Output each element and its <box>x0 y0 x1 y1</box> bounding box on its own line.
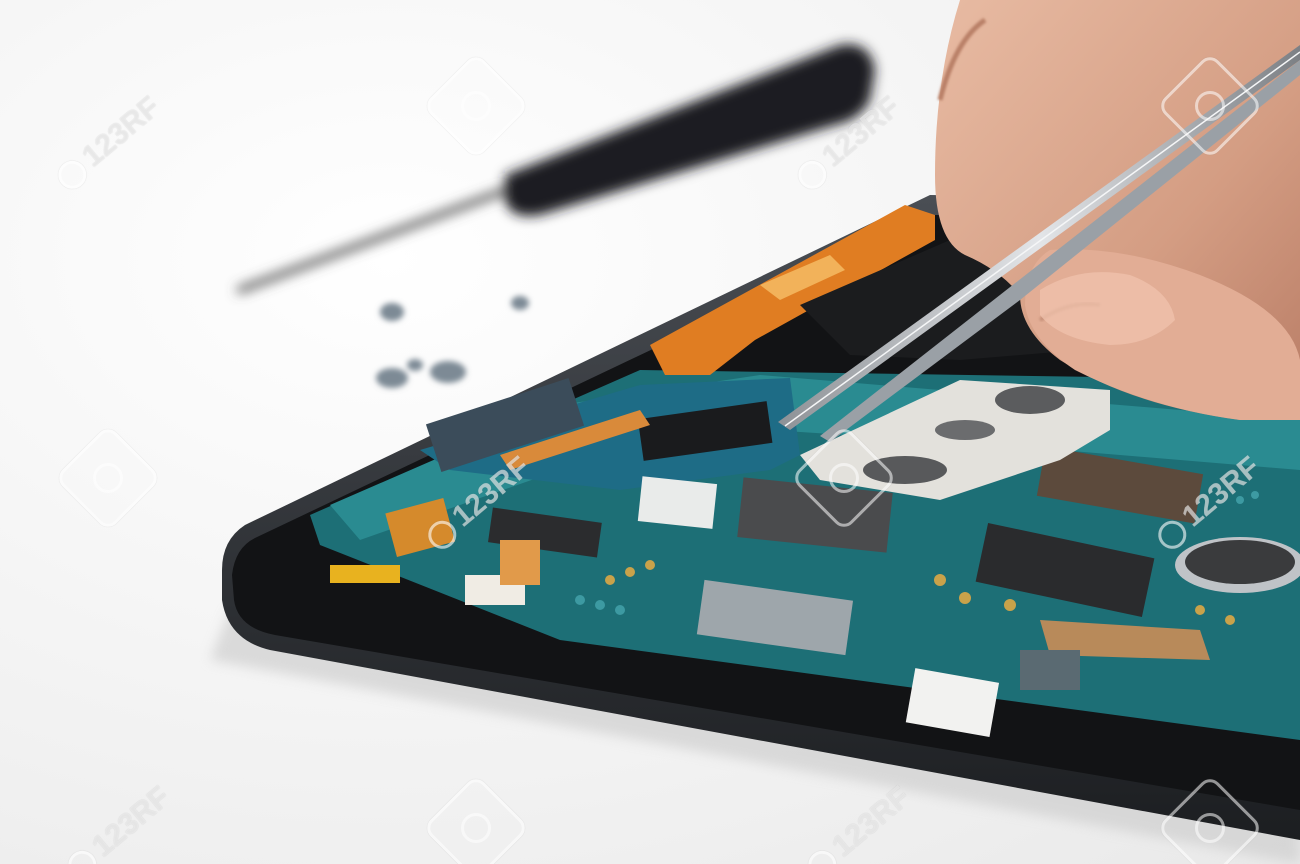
repair-photo <box>210 0 1300 864</box>
screwdriver <box>236 44 875 294</box>
photo-scene: 123RF 123RF 123RF 123RF 123RF 123RF <box>0 0 1300 864</box>
loose-screws <box>376 296 529 388</box>
